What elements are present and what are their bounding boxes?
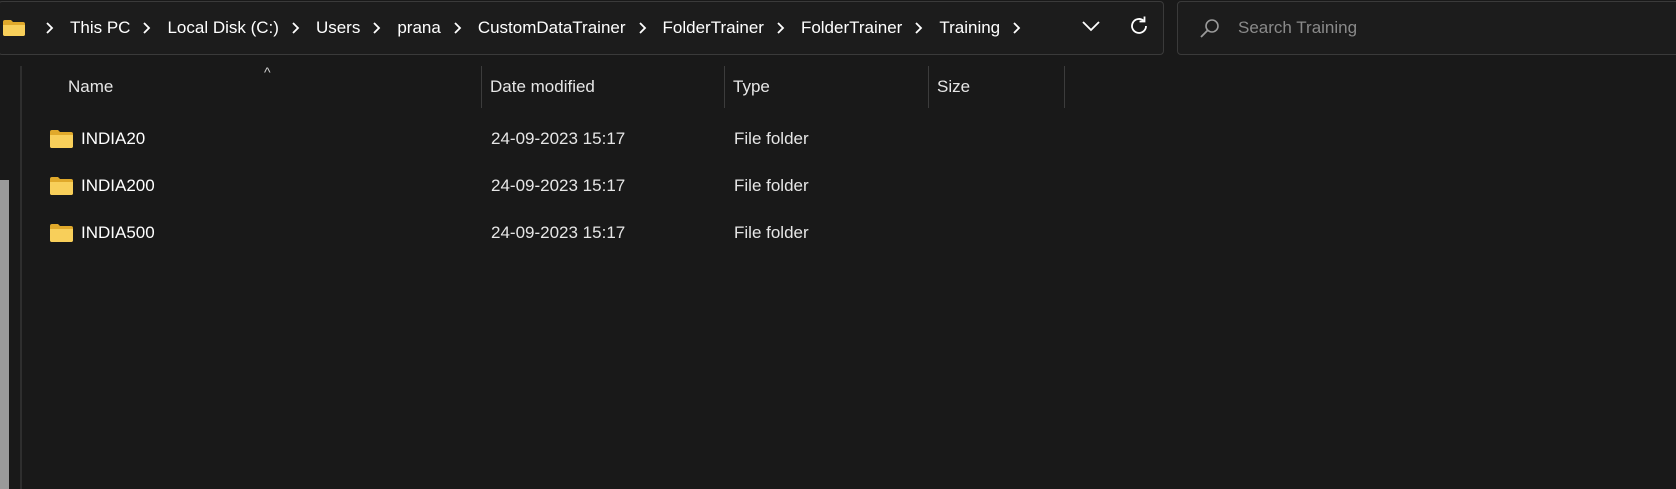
folder-icon <box>50 130 73 148</box>
search-input[interactable] <box>1236 17 1620 39</box>
refresh-button[interactable] <box>1115 2 1163 54</box>
breadcrumb: This PC Local Disk (C:) Users prana Cust… <box>0 2 1035 54</box>
column-header-date-modified[interactable]: Date modified <box>482 66 724 108</box>
search-box[interactable] <box>1177 1 1676 55</box>
chevron-right-icon[interactable] <box>772 19 790 37</box>
chevron-right-icon[interactable] <box>449 19 467 37</box>
column-header-name-label: Name <box>68 77 114 96</box>
column-headers: ^ Name Date modified Type Size <box>22 64 1072 108</box>
file-type: File folder <box>734 129 809 148</box>
file-date-modified: 24-09-2023 15:17 <box>491 129 626 148</box>
file-row[interactable]: INDIA200 24-09-2023 15:17 File folder <box>22 166 1072 206</box>
address-bar[interactable]: This PC Local Disk (C:) Users prana Cust… <box>0 1 1164 55</box>
column-header-size-label: Size <box>937 77 971 96</box>
column-header-type-label: Type <box>733 77 770 96</box>
file-type: File folder <box>734 176 809 195</box>
file-name: INDIA200 <box>81 176 155 195</box>
column-header-type[interactable]: Type <box>725 66 928 108</box>
chevron-right-icon[interactable] <box>41 19 59 37</box>
chevron-right-icon[interactable] <box>634 19 652 37</box>
file-name: INDIA20 <box>81 129 146 148</box>
address-bar-buttons <box>1067 2 1163 54</box>
chevron-right-icon[interactable] <box>287 19 305 37</box>
column-header-name[interactable]: Name <box>60 66 480 108</box>
breadcrumb-item-local-disk[interactable]: Local Disk (C:) <box>165 18 280 38</box>
file-name-cell: INDIA500 <box>50 213 155 253</box>
file-date-modified: 24-09-2023 15:17 <box>491 176 626 195</box>
search-icon <box>1198 16 1222 40</box>
chevron-right-icon[interactable] <box>1008 19 1026 37</box>
column-header-date-label: Date modified <box>490 77 595 96</box>
file-type: File folder <box>734 223 809 242</box>
file-name-cell: INDIA200 <box>50 166 155 206</box>
file-row[interactable]: INDIA20 24-09-2023 15:17 File folder <box>22 119 1072 159</box>
navigation-pane-scrollbar[interactable] <box>0 180 9 489</box>
file-name: INDIA500 <box>81 223 155 242</box>
breadcrumb-item-foldertrainer[interactable]: FolderTrainer <box>661 18 766 38</box>
breadcrumb-item-foldertrainer-2[interactable]: FolderTrainer <box>799 18 904 38</box>
breadcrumb-item-customdatatrainer[interactable]: CustomDataTrainer <box>476 18 628 38</box>
chevron-right-icon[interactable] <box>368 19 386 37</box>
chevron-right-icon[interactable] <box>910 19 928 37</box>
chevron-right-icon[interactable] <box>138 19 156 37</box>
file-explorer-window: This PC Local Disk (C:) Users prana Cust… <box>0 0 1676 489</box>
breadcrumb-item-prana[interactable]: prana <box>395 18 442 38</box>
file-date-modified: 24-09-2023 15:17 <box>491 223 626 242</box>
folder-icon <box>50 177 73 195</box>
breadcrumb-item-users[interactable]: Users <box>314 18 362 38</box>
chevron-down-icon <box>1082 19 1100 37</box>
folder-icon <box>50 224 73 242</box>
file-name-cell: INDIA20 <box>50 119 145 159</box>
column-header-size[interactable]: Size <box>929 66 1064 108</box>
breadcrumb-item-this-pc[interactable]: This PC <box>68 18 132 38</box>
refresh-icon <box>1128 15 1150 42</box>
breadcrumb-item-training[interactable]: Training <box>937 18 1002 38</box>
file-row[interactable]: INDIA500 24-09-2023 15:17 File folder <box>22 213 1072 253</box>
column-separator[interactable] <box>1064 66 1065 108</box>
folder-icon <box>3 20 25 36</box>
history-dropdown-button[interactable] <box>1067 2 1115 54</box>
